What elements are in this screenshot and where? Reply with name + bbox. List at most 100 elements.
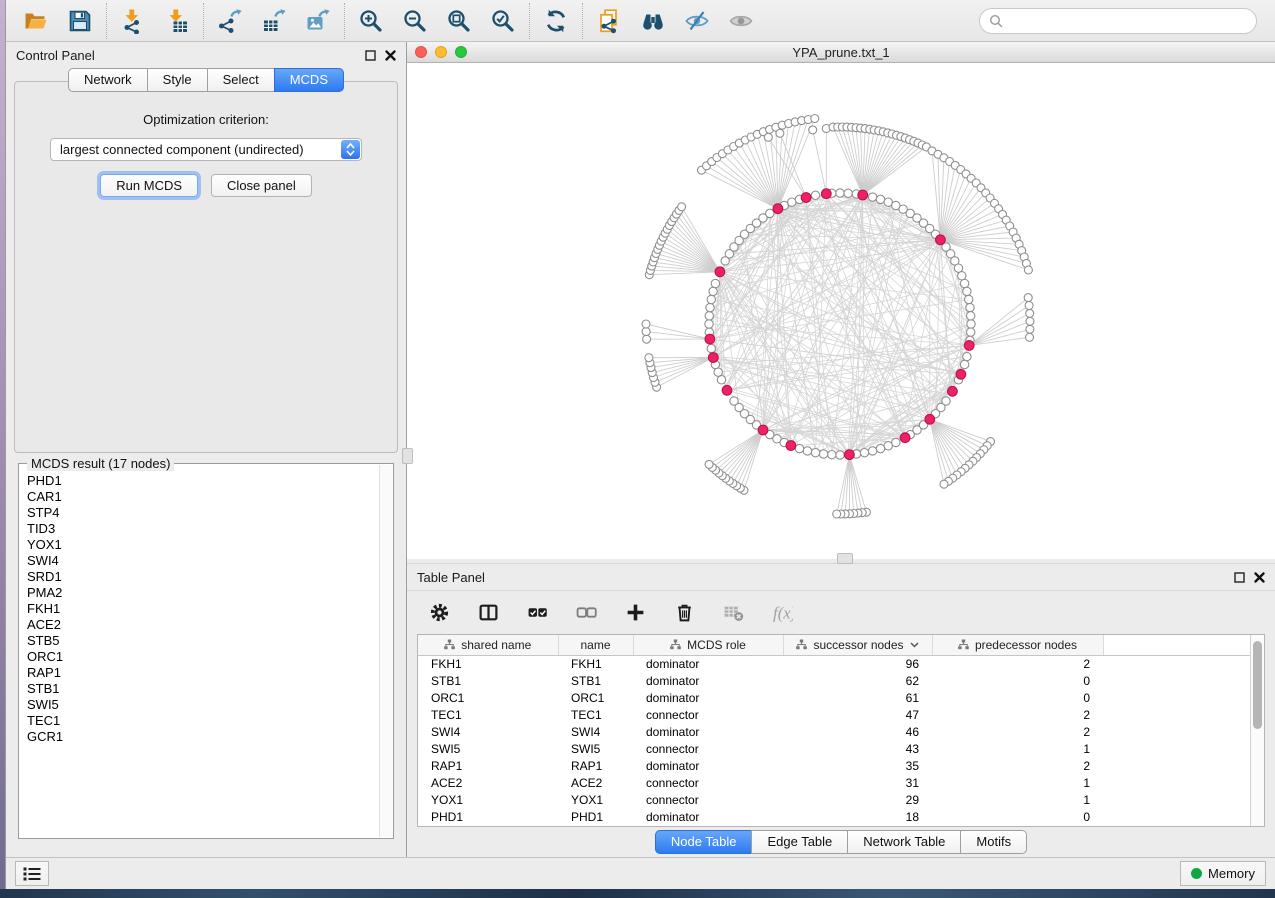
table-cell[interactable]: 35	[783, 758, 932, 775]
table-row[interactable]: TEC1TEC1connector472	[418, 706, 1250, 723]
run-mcds-button[interactable]: Run MCDS	[100, 174, 198, 197]
table-cell[interactable]: 43	[783, 740, 932, 757]
table-cell[interactable]: 2	[932, 655, 1103, 672]
table-cell[interactable]: dominator	[633, 723, 783, 740]
table-cell[interactable]: RAP1	[558, 758, 633, 775]
column-header-successor-nodes[interactable]: successor nodes	[783, 635, 932, 655]
table-cell[interactable]: 2	[932, 706, 1103, 723]
mcds-result-item[interactable]: STB1	[27, 681, 379, 697]
close-panel-icon[interactable]	[385, 50, 396, 61]
criterion-dropdown[interactable]: largest connected component (undirected)	[50, 138, 362, 161]
traffic-close-icon[interactable]	[415, 46, 427, 58]
table-scrollbar-thumb[interactable]	[1253, 641, 1262, 729]
table-cell[interactable]: 0	[932, 672, 1103, 689]
import-network-button[interactable]	[119, 7, 147, 35]
table-cell[interactable]: FKH1	[558, 655, 633, 672]
table-cell[interactable]: SWI5	[558, 740, 633, 757]
column-header-mcds-role[interactable]: MCDS role	[633, 635, 783, 655]
table-cell[interactable]: ORC1	[418, 689, 558, 706]
table-scrollbar[interactable]	[1250, 635, 1264, 826]
mcds-result-item[interactable]: TID3	[27, 521, 379, 537]
import-table-button[interactable]	[163, 7, 191, 35]
table-cell[interactable]: 96	[783, 655, 932, 672]
table-cell[interactable]: dominator	[633, 758, 783, 775]
table-cell[interactable]: dominator	[633, 809, 783, 826]
mcds-result-item[interactable]: FKH1	[27, 601, 379, 617]
table-row[interactable]: YOX1YOX1connector291	[418, 792, 1250, 809]
export-image-button[interactable]	[304, 7, 332, 35]
horizontal-splitter[interactable]	[407, 559, 1275, 564]
table-cell[interactable]: FKH1	[418, 655, 558, 672]
table-cell[interactable]: TEC1	[418, 706, 558, 723]
table-row[interactable]: SWI4SWI4dominator462	[418, 723, 1250, 740]
mcds-result-item[interactable]: PMA2	[27, 585, 379, 601]
table-cell[interactable]: ACE2	[418, 775, 558, 792]
table-cell[interactable]: dominator	[633, 689, 783, 706]
table-cell[interactable]: STB1	[418, 672, 558, 689]
select-all-button[interactable]	[523, 599, 551, 627]
tab-network[interactable]: Network	[68, 68, 147, 92]
search-box[interactable]	[979, 8, 1257, 34]
table-row[interactable]: FKH1FKH1dominator962	[418, 655, 1250, 672]
table-cell[interactable]: 18	[783, 809, 932, 826]
table-cell[interactable]: 0	[932, 809, 1103, 826]
table-row[interactable]: PHD1PHD1dominator180	[418, 809, 1250, 826]
close-table-panel-icon[interactable]	[1254, 572, 1265, 583]
mcds-result-scrollbar[interactable]	[379, 465, 392, 837]
mcds-result-item[interactable]: RAP1	[27, 665, 379, 681]
tab-motifs[interactable]: Motifs	[960, 830, 1027, 854]
table-cell[interactable]: 1	[932, 740, 1103, 757]
network-canvas[interactable]	[407, 63, 1275, 559]
zoom-out-button[interactable]	[401, 7, 429, 35]
clear-selection-button[interactable]	[572, 599, 600, 627]
table-cell[interactable]: ACE2	[558, 775, 633, 792]
mcds-result-item[interactable]: YOX1	[27, 537, 379, 553]
table-cell[interactable]: YOX1	[558, 792, 633, 809]
traffic-zoom-icon[interactable]	[455, 46, 467, 58]
table-cell[interactable]: SWI4	[418, 723, 558, 740]
tab-select[interactable]: Select	[207, 68, 274, 92]
traffic-minimize-icon[interactable]	[435, 46, 447, 58]
table-cell[interactable]: TEC1	[558, 706, 633, 723]
mcds-result-item[interactable]: SWI5	[27, 697, 379, 713]
table-cell[interactable]: connector	[633, 775, 783, 792]
mcds-result-item[interactable]: SWI4	[27, 553, 379, 569]
horizontal-splitter-grip[interactable]	[837, 553, 853, 564]
vertical-splitter-grip[interactable]	[402, 448, 413, 464]
mcds-result-item[interactable]: STB5	[27, 633, 379, 649]
mcds-result-item[interactable]: PHD1	[27, 473, 379, 489]
table-cell[interactable]: PHD1	[558, 809, 633, 826]
table-row[interactable]: ACE2ACE2connector311	[418, 775, 1250, 792]
float-table-panel-icon[interactable]	[1234, 572, 1245, 583]
search-network-button[interactable]	[639, 7, 667, 35]
mcds-result-item[interactable]: ORC1	[27, 649, 379, 665]
mcds-result-item[interactable]: STP4	[27, 505, 379, 521]
table-cell[interactable]: PHD1	[418, 809, 558, 826]
table-cell[interactable]: 62	[783, 672, 932, 689]
column-header-predecessor-nodes[interactable]: predecessor nodes	[932, 635, 1103, 655]
close-panel-button[interactable]: Close panel	[211, 174, 312, 197]
table-cell[interactable]: YOX1	[418, 792, 558, 809]
table-cell[interactable]: 2	[932, 758, 1103, 775]
gear-button[interactable]	[425, 599, 453, 627]
memory-button[interactable]: Memory	[1180, 861, 1266, 886]
zoom-selected-button[interactable]	[489, 7, 517, 35]
table-cell[interactable]: dominator	[633, 672, 783, 689]
search-input[interactable]	[1009, 13, 1247, 28]
mcds-result-item[interactable]: TEC1	[27, 713, 379, 729]
table-row[interactable]: STB1STB1dominator620	[418, 672, 1250, 689]
tab-network-table[interactable]: Network Table	[847, 830, 960, 854]
table-cell[interactable]: connector	[633, 792, 783, 809]
table-cell[interactable]: 0	[932, 689, 1103, 706]
mcds-result-item[interactable]: GCR1	[27, 729, 379, 745]
column-header-shared-name[interactable]: shared name	[418, 635, 558, 655]
table-cell[interactable]: connector	[633, 740, 783, 757]
share-document-button[interactable]	[595, 7, 623, 35]
open-folder-button[interactable]	[22, 7, 50, 35]
tab-style[interactable]: Style	[147, 68, 207, 92]
table-cell[interactable]: 31	[783, 775, 932, 792]
table-cell[interactable]: SWI4	[558, 723, 633, 740]
table-cell[interactable]: RAP1	[418, 758, 558, 775]
delete-column-button[interactable]	[670, 599, 698, 627]
table-cell[interactable]: 46	[783, 723, 932, 740]
